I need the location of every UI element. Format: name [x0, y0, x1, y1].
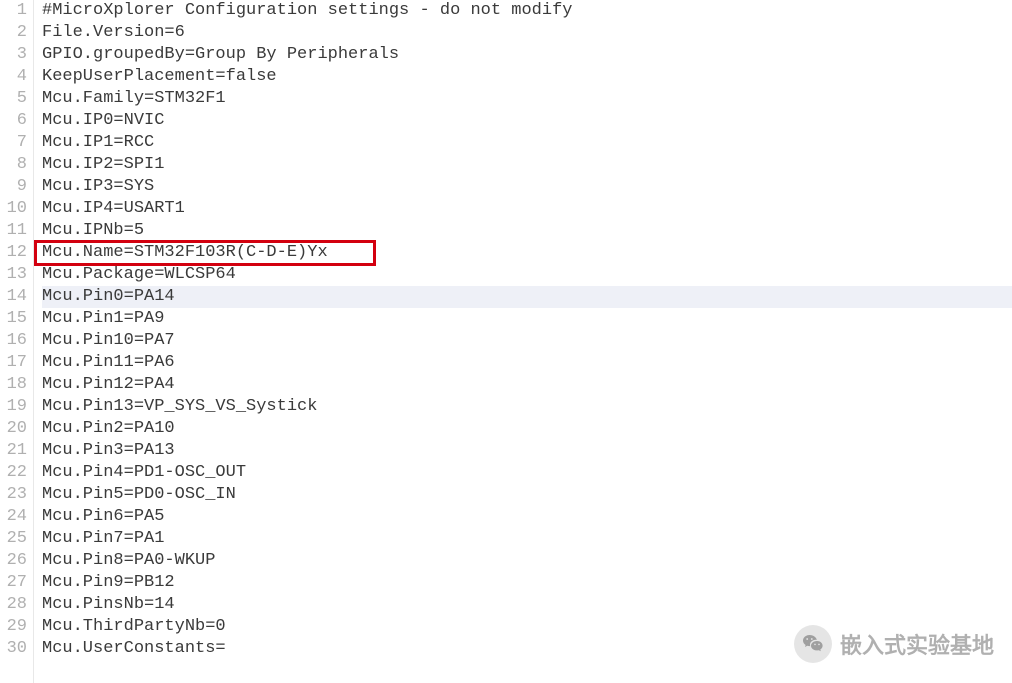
- code-line[interactable]: Mcu.Family=STM32F1: [42, 88, 1012, 110]
- code-line[interactable]: Mcu.Pin2=PA10: [42, 418, 1012, 440]
- code-line[interactable]: Mcu.Pin7=PA1: [42, 528, 1012, 550]
- code-line[interactable]: Mcu.UserConstants=: [42, 638, 1012, 660]
- code-line[interactable]: Mcu.Pin13=VP_SYS_VS_Systick: [42, 396, 1012, 418]
- line-number: 3: [0, 44, 27, 66]
- line-number: 26: [0, 550, 27, 572]
- code-line[interactable]: Mcu.PinsNb=14: [42, 594, 1012, 616]
- code-line[interactable]: Mcu.ThirdPartyNb=0: [42, 616, 1012, 638]
- line-number: 21: [0, 440, 27, 462]
- code-editor[interactable]: 1234567891011121314151617181920212223242…: [0, 0, 1012, 683]
- line-number: 17: [0, 352, 27, 374]
- line-number-gutter: 1234567891011121314151617181920212223242…: [0, 0, 34, 683]
- code-line[interactable]: Mcu.IP1=RCC: [42, 132, 1012, 154]
- code-line[interactable]: #MicroXplorer Configuration settings - d…: [42, 0, 1012, 22]
- line-number: 11: [0, 220, 27, 242]
- line-number: 7: [0, 132, 27, 154]
- line-number: 13: [0, 264, 27, 286]
- line-number: 28: [0, 594, 27, 616]
- line-number: 24: [0, 506, 27, 528]
- line-number: 12: [0, 242, 27, 264]
- line-number: 19: [0, 396, 27, 418]
- code-line[interactable]: File.Version=6: [42, 22, 1012, 44]
- code-line[interactable]: Mcu.IP4=USART1: [42, 198, 1012, 220]
- line-number: 4: [0, 66, 27, 88]
- line-number: 9: [0, 176, 27, 198]
- line-number: 2: [0, 22, 27, 44]
- code-line[interactable]: Mcu.IP3=SYS: [42, 176, 1012, 198]
- line-number: 6: [0, 110, 27, 132]
- code-line[interactable]: Mcu.Pin0=PA14: [42, 286, 1012, 308]
- code-line[interactable]: Mcu.Pin4=PD1-OSC_OUT: [42, 462, 1012, 484]
- code-line[interactable]: Mcu.Pin10=PA7: [42, 330, 1012, 352]
- line-number: 20: [0, 418, 27, 440]
- line-number: 15: [0, 308, 27, 330]
- line-number: 22: [0, 462, 27, 484]
- line-number: 18: [0, 374, 27, 396]
- line-number: 14: [0, 286, 27, 308]
- code-line[interactable]: Mcu.Name=STM32F103R(C-D-E)Yx: [42, 242, 1012, 264]
- code-line[interactable]: Mcu.IPNb=5: [42, 220, 1012, 242]
- line-number: 27: [0, 572, 27, 594]
- line-number: 30: [0, 638, 27, 660]
- code-line[interactable]: Mcu.Pin8=PA0-WKUP: [42, 550, 1012, 572]
- code-content[interactable]: #MicroXplorer Configuration settings - d…: [34, 0, 1012, 683]
- code-line[interactable]: Mcu.Pin12=PA4: [42, 374, 1012, 396]
- code-line[interactable]: Mcu.Pin6=PA5: [42, 506, 1012, 528]
- line-number: 10: [0, 198, 27, 220]
- code-line[interactable]: GPIO.groupedBy=Group By Peripherals: [42, 44, 1012, 66]
- line-number: 8: [0, 154, 27, 176]
- code-line[interactable]: Mcu.Pin11=PA6: [42, 352, 1012, 374]
- code-line[interactable]: Mcu.IP0=NVIC: [42, 110, 1012, 132]
- code-line[interactable]: Mcu.Pin5=PD0-OSC_IN: [42, 484, 1012, 506]
- line-number: 16: [0, 330, 27, 352]
- line-number: 1: [0, 0, 27, 22]
- line-number: 5: [0, 88, 27, 110]
- line-number: 25: [0, 528, 27, 550]
- code-line[interactable]: KeepUserPlacement=false: [42, 66, 1012, 88]
- code-line[interactable]: Mcu.IP2=SPI1: [42, 154, 1012, 176]
- code-line[interactable]: Mcu.Pin9=PB12: [42, 572, 1012, 594]
- code-line[interactable]: Mcu.Pin1=PA9: [42, 308, 1012, 330]
- line-number: 23: [0, 484, 27, 506]
- code-line[interactable]: Mcu.Pin3=PA13: [42, 440, 1012, 462]
- code-line[interactable]: Mcu.Package=WLCSP64: [42, 264, 1012, 286]
- line-number: 29: [0, 616, 27, 638]
